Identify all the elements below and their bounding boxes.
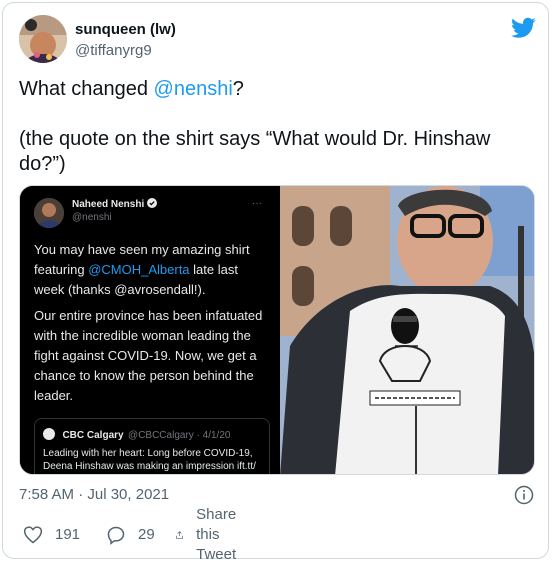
media-grid[interactable]: Naheed Nenshi @nenshi ··· You may have s… bbox=[19, 185, 535, 475]
tweet-quote-line-1: (the quote on the shirt says “What would… bbox=[19, 128, 491, 150]
inner-quoted-tweet: CBC Calgary @CBCCalgary · 4/1/20 Leading… bbox=[34, 418, 270, 474]
twitter-bird-icon[interactable] bbox=[511, 17, 536, 39]
reply-icon bbox=[107, 526, 125, 545]
like-count: 191 bbox=[55, 526, 81, 543]
inner-name-text: Naheed Nenshi bbox=[72, 199, 145, 210]
inner-more-icon: ··· bbox=[252, 198, 262, 209]
tweet-timestamp[interactable]: 7:58 AM · Jul 30, 2021 bbox=[19, 486, 169, 503]
inner-display-name: Naheed Nenshi bbox=[72, 198, 158, 210]
inner-paragraph-1: You may have seen my amazing shirt featu… bbox=[34, 240, 270, 300]
inner-paragraph-2: Our entire province has been infatuated … bbox=[34, 308, 263, 403]
photo-man-in-shirt bbox=[280, 186, 534, 474]
media-image-screenshot[interactable]: Naheed Nenshi @nenshi ··· You may have s… bbox=[20, 186, 277, 474]
inner-avatar bbox=[34, 198, 64, 228]
verified-icon bbox=[147, 198, 158, 208]
tweet-text-before: What changed bbox=[19, 78, 154, 100]
share-button[interactable]: Share this Tweet bbox=[175, 506, 247, 563]
inner-quoted-meta: @CBCCalgary · 4/1/20 bbox=[128, 430, 231, 441]
tweet-mention-link[interactable]: @nenshi bbox=[154, 78, 233, 100]
inner-quoted-text: Leading with her heart: Long before COVI… bbox=[43, 448, 256, 472]
reply-count: 29 bbox=[138, 526, 155, 543]
author-display-name[interactable]: sunqueen (lw) bbox=[75, 21, 176, 38]
avatar[interactable] bbox=[19, 15, 67, 63]
tweet-quote-text: (the quote on the shirt says “What would… bbox=[19, 127, 529, 177]
author-handle[interactable]: @tiffanyrg9 bbox=[75, 42, 152, 59]
tweet-quote-line-2: do?”) bbox=[19, 153, 66, 175]
tweet-text: What changed @nenshi? bbox=[19, 77, 529, 102]
info-icon[interactable] bbox=[514, 485, 534, 505]
tweet-text-after: ? bbox=[232, 78, 244, 100]
media-image-photo[interactable] bbox=[280, 186, 534, 474]
heart-icon bbox=[23, 526, 43, 544]
reply-button[interactable]: 29 bbox=[106, 524, 155, 546]
cbc-logo-icon bbox=[43, 428, 55, 440]
tweet-card: sunqueen (lw) @tiffanyrg9 What changed @… bbox=[2, 2, 549, 563]
inner-quoted-name: CBC Calgary bbox=[62, 430, 124, 441]
share-label: Share this Tweet bbox=[196, 506, 237, 563]
inner-handle: @nenshi bbox=[72, 212, 112, 223]
inner-p1-mention: @CMOH_Alberta bbox=[88, 262, 190, 277]
share-icon bbox=[176, 531, 183, 539]
like-button[interactable]: 191 bbox=[23, 524, 80, 546]
inner-tweet-body: You may have seen my amazing shirt featu… bbox=[34, 240, 270, 406]
